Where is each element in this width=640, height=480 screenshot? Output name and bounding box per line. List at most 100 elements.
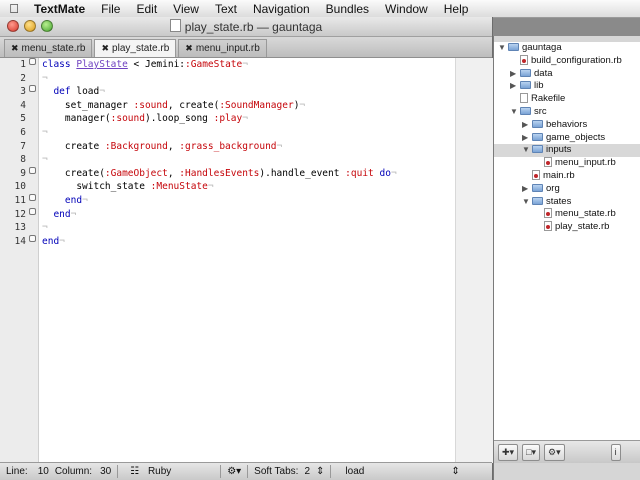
- tree-folder-item[interactable]: ▶ game_objects: [494, 132, 640, 145]
- column-value: 30: [100, 466, 112, 477]
- file-tree[interactable]: ▼ gauntaga build_configuration.rb ▶ data ▶ lib…: [494, 42, 640, 442]
- menu-window[interactable]: Window: [377, 2, 436, 16]
- close-tab-icon[interactable]: ✖: [101, 43, 109, 54]
- tree-item-label: menu_state.rb: [555, 208, 616, 220]
- code-area[interactable]: class PlayState < Jemini::GameState¬ ¬ de…: [39, 58, 492, 463]
- tree-folder-item[interactable]: ▼ gauntaga: [494, 42, 640, 55]
- tree-folder-item[interactable]: ▶ behaviors: [494, 119, 640, 132]
- folder-icon: [532, 183, 543, 192]
- tab-play-state[interactable]: ✖ play_state.rb: [94, 39, 177, 57]
- tab-menu-state[interactable]: ✖ menu_state.rb: [4, 39, 93, 57]
- menu-navigation[interactable]: Navigation: [245, 2, 318, 16]
- language-popup[interactable]: ☷ Ruby: [124, 466, 214, 477]
- code-line[interactable]: def load¬: [42, 85, 492, 99]
- tree-item-label: org: [546, 182, 560, 194]
- disclosure-open-icon[interactable]: ▼: [522, 196, 530, 209]
- disclosure-closed-icon[interactable]: ▶: [522, 132, 530, 145]
- tree-file-item[interactable]: play_state.rb: [494, 221, 640, 234]
- menu-help[interactable]: Help: [436, 2, 477, 16]
- ruby-file-icon: [544, 157, 552, 168]
- fold-start-icon[interactable]: [29, 58, 36, 65]
- fold-start-icon[interactable]: [29, 85, 36, 93]
- tree-folder-item[interactable]: ▶ data: [494, 68, 640, 81]
- tree-item-label: gauntaga: [522, 42, 562, 53]
- new-folder-button[interactable]: □▾: [522, 443, 541, 461]
- code-line[interactable]: ¬: [42, 153, 492, 167]
- menu-bundles[interactable]: Bundles: [318, 2, 377, 16]
- column-label: Column:: [54, 466, 93, 477]
- symbol-popup[interactable]: load: [345, 466, 445, 477]
- bundle-gear-icon[interactable]: ⚙▾: [227, 466, 241, 477]
- tree-item-label: main.rb: [543, 169, 575, 181]
- fold-start-icon[interactable]: [29, 166, 36, 174]
- code-line[interactable]: manager(:sound).loop_song :play¬: [42, 112, 492, 126]
- tree-item-label: data: [534, 67, 553, 79]
- code-line[interactable]: create :Background, :grass_background¬: [42, 140, 492, 154]
- folder-icon: [532, 145, 543, 154]
- disclosure-closed-icon[interactable]: ▶: [510, 80, 518, 93]
- tree-file-item[interactable]: Rakefile: [494, 93, 640, 106]
- tree-file-item[interactable]: main.rb: [494, 169, 640, 183]
- new-file-button[interactable]: ✚▾: [498, 443, 519, 461]
- file-icon: [520, 93, 528, 104]
- gear-icon[interactable]: ⚙▾: [544, 443, 565, 461]
- disclosure-open-icon[interactable]: ▼: [522, 144, 530, 157]
- line-number: 10: [14, 181, 26, 193]
- code-line[interactable]: end¬: [42, 194, 492, 208]
- tree-item-label: play_state.rb: [555, 221, 610, 233]
- tree-folder-item[interactable]: ▼ src: [494, 106, 640, 119]
- code-line[interactable]: switch_state :MenuState¬: [42, 180, 492, 194]
- line-number: 1: [0, 58, 38, 72]
- close-tab-icon[interactable]: ✖: [11, 43, 19, 54]
- chevron-updown-icon[interactable]: ⇕: [451, 466, 459, 477]
- close-tab-icon[interactable]: ✖: [185, 43, 193, 54]
- soft-tabs-label[interactable]: Soft Tabs:: [254, 466, 298, 477]
- line-number-gutter[interactable]: 1 2 3 4 5 6 7 8 9 10 11 12 13 14: [0, 58, 39, 463]
- code-line[interactable]: end¬: [42, 235, 492, 249]
- ruby-file-icon: [532, 169, 540, 180]
- code-line[interactable]: ¬: [42, 126, 492, 140]
- tab-menu-input[interactable]: ✖ menu_input.rb: [178, 39, 267, 57]
- fold-end-icon[interactable]: [29, 207, 36, 215]
- editor-window: play_state.rb — gauntaga ✖ menu_state.rb…: [0, 17, 493, 480]
- tree-folder-item[interactable]: ▶ org: [494, 183, 640, 196]
- menu-text[interactable]: Text: [207, 2, 245, 16]
- tree-item-label: Rakefile: [531, 93, 566, 105]
- line-number: 6: [20, 126, 26, 138]
- tree-file-item[interactable]: menu_state.rb: [494, 208, 640, 221]
- code-editor[interactable]: 1 2 3 4 5 6 7 8 9 10 11 12 13 14 class P…: [0, 58, 493, 463]
- window-title: play_state.rb — gauntaga: [0, 19, 492, 34]
- drawer-toolbar: ✚▾ □▾ ⚙▾ i: [494, 440, 640, 463]
- info-icon[interactable]: i: [610, 443, 621, 461]
- disclosure-closed-icon[interactable]: ▶: [522, 183, 530, 196]
- code-line[interactable]: create(:GameObject, :HandlesEvents).hand…: [42, 167, 492, 181]
- menu-view[interactable]: View: [165, 2, 207, 16]
- disclosure-open-icon[interactable]: ▼: [510, 106, 518, 119]
- chevron-updown-icon[interactable]: ⇕: [316, 466, 324, 477]
- fold-end-icon[interactable]: [29, 193, 36, 201]
- code-line[interactable]: set_manager :sound, create(:SoundManager…: [42, 99, 492, 113]
- apple-menu-icon[interactable]: : [0, 1, 28, 16]
- disclosure-open-icon[interactable]: ▼: [498, 42, 506, 55]
- document-icon: [169, 19, 181, 32]
- tree-folder-item[interactable]: ▶ lib: [494, 80, 640, 93]
- tree-folder-item[interactable]: ▼ states: [494, 196, 640, 209]
- disclosure-closed-icon[interactable]: ▶: [522, 119, 530, 132]
- tree-folder-item[interactable]: ▼ inputs: [494, 144, 640, 158]
- soft-tabs-value[interactable]: 2: [304, 466, 310, 477]
- line-number: 5: [20, 113, 26, 125]
- code-line[interactable]: ¬: [42, 72, 492, 86]
- menu-edit[interactable]: Edit: [128, 2, 165, 16]
- code-line[interactable]: end¬: [42, 208, 492, 222]
- disclosure-closed-icon[interactable]: ▶: [510, 68, 518, 81]
- fold-end-icon[interactable]: [29, 234, 36, 242]
- menu-file[interactable]: File: [93, 2, 128, 16]
- line-number: 8: [20, 154, 26, 166]
- menu-app[interactable]: TextMate: [28, 2, 93, 16]
- tree-file-item[interactable]: menu_input.rb: [494, 157, 640, 170]
- title-bar[interactable]: play_state.rb — gauntaga: [0, 17, 492, 37]
- code-line[interactable]: class PlayState < Jemini::GameState¬: [42, 58, 492, 72]
- code-line[interactable]: ¬: [42, 221, 492, 235]
- tree-item-label: game_objects: [546, 131, 606, 143]
- tree-file-item[interactable]: build_configuration.rb: [494, 54, 640, 68]
